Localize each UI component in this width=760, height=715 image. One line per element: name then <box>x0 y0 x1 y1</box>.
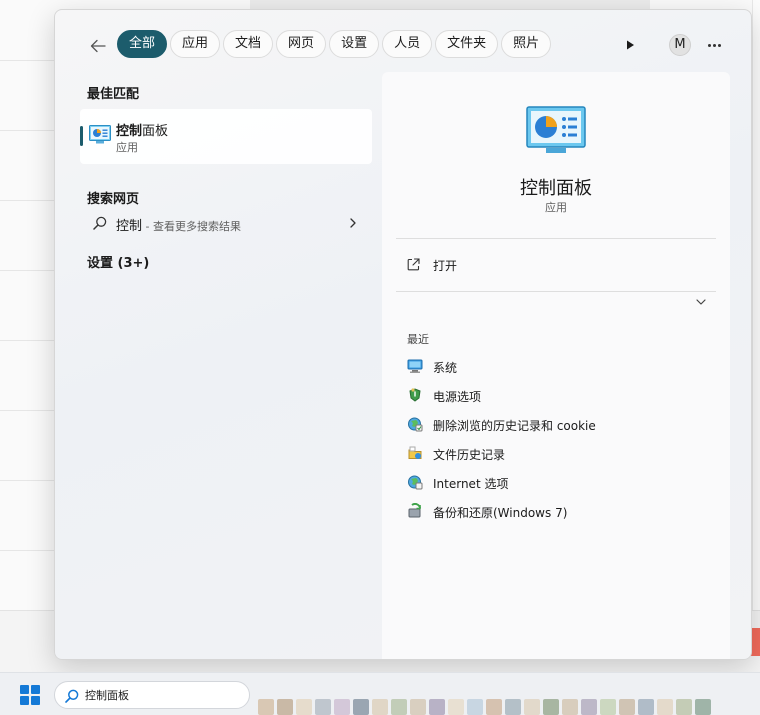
taskbar-app[interactable] <box>600 699 616 715</box>
recent-item-power-options[interactable]: 电源选项 <box>396 381 716 410</box>
filter-bar: 全部 应用 文档 网页 设置 人员 文件夹 照片 M <box>55 30 751 60</box>
taskbar-app[interactable] <box>296 699 312 715</box>
taskbar-app[interactable] <box>676 699 692 715</box>
details-pane: 控制面板 应用 打开 最近 系统 电源选项 删除浏览的历史记录和 cookie … <box>382 72 730 659</box>
taskbar-app[interactable] <box>657 699 673 715</box>
chip-settings[interactable]: 设置 <box>329 30 380 58</box>
recent-item-label: 电源选项 <box>433 390 482 404</box>
background-right-edge <box>752 0 760 672</box>
taskbar-app[interactable] <box>448 699 464 715</box>
selection-indicator <box>80 126 83 146</box>
chip-folders[interactable]: 文件夹 <box>435 30 499 58</box>
taskbar-app[interactable] <box>695 699 711 715</box>
taskbar-app[interactable] <box>258 699 274 715</box>
account-avatar[interactable]: M <box>669 34 691 56</box>
open-external-icon <box>407 258 420 271</box>
power-options-icon <box>409 388 421 402</box>
play-button[interactable] <box>621 36 639 54</box>
recent-item-system[interactable]: 系统 <box>396 352 716 381</box>
search-icon <box>93 216 107 230</box>
taskbar-pinned-apps <box>258 699 711 715</box>
file-history-icon <box>408 446 422 459</box>
app-type: 应用 <box>545 201 567 214</box>
recent-item-internet-options[interactable]: Internet 选项 <box>396 468 716 497</box>
windows-start-icon[interactable] <box>20 685 40 705</box>
taskbar-app[interactable] <box>486 699 502 715</box>
taskbar-app[interactable] <box>619 699 635 715</box>
settings-heading[interactable]: 设置 (3+) <box>87 252 149 271</box>
taskbar-app[interactable] <box>505 699 521 715</box>
taskbar-app[interactable] <box>315 699 331 715</box>
search-flyout: 全部 应用 文档 网页 设置 人员 文件夹 照片 M 最佳匹配 控制面板 应用 … <box>54 9 752 660</box>
chevron-down-icon[interactable] <box>694 296 708 308</box>
taskbar-app[interactable] <box>429 699 445 715</box>
recent-item-label: 系统 <box>433 361 458 375</box>
recent-item-backup-restore[interactable]: 备份和还原(Windows 7) <box>396 497 716 526</box>
chip-all[interactable]: 全部 <box>117 30 168 58</box>
divider <box>396 291 716 292</box>
taskbar-app[interactable] <box>543 699 559 715</box>
taskbar-app[interactable] <box>353 699 369 715</box>
taskbar-app[interactable] <box>581 699 597 715</box>
chip-documents[interactable]: 文档 <box>223 30 274 58</box>
search-icon <box>65 689 79 703</box>
taskbar-app[interactable] <box>410 699 426 715</box>
backup-restore-icon <box>408 503 421 518</box>
recent-list: 系统 电源选项 删除浏览的历史记录和 cookie 文件历史记录 Interne… <box>396 352 716 526</box>
web-search-text: 控制 - 查看更多搜索结果 <box>116 219 241 234</box>
best-match-type: 应用 <box>116 141 138 154</box>
taskbar-app[interactable] <box>391 699 407 715</box>
search-web-heading: 搜索网页 <box>87 192 140 207</box>
taskbar-app[interactable] <box>524 699 540 715</box>
recent-item-delete-history[interactable]: 删除浏览的历史记录和 cookie <box>396 410 716 439</box>
recent-item-label: 备份和还原(Windows 7) <box>433 506 568 520</box>
open-button[interactable]: 打开 <box>396 252 716 278</box>
best-match-item[interactable]: 控制面板 应用 <box>80 109 372 164</box>
taskbar-search-input[interactable] <box>85 686 235 704</box>
filter-chips: 全部 应用 文档 网页 设置 人员 文件夹 照片 <box>117 30 552 58</box>
recent-item-label: 文件历史记录 <box>433 448 506 462</box>
chip-photos[interactable]: 照片 <box>501 30 552 58</box>
results-list: 最佳匹配 控制面板 应用 搜索网页 控制 - 查看更多搜索结果 设置 (3+) <box>79 72 375 632</box>
chip-people[interactable]: 人员 <box>382 30 433 58</box>
web-search-result[interactable]: 控制 - 查看更多搜索结果 <box>80 209 372 237</box>
internet-globe-icon <box>408 417 423 432</box>
divider <box>396 238 716 239</box>
best-match-name: 控制面板 <box>116 124 169 139</box>
more-options-icon[interactable] <box>703 34 725 56</box>
arrow-left-icon <box>90 39 106 53</box>
best-match-heading: 最佳匹配 <box>87 87 140 102</box>
recent-item-file-history[interactable]: 文件历史记录 <box>396 439 716 468</box>
play-icon <box>627 40 634 50</box>
taskbar-app[interactable] <box>334 699 350 715</box>
taskbar-app[interactable] <box>638 699 654 715</box>
control-panel-icon <box>89 125 111 144</box>
taskbar <box>0 672 760 715</box>
chip-web[interactable]: 网页 <box>276 30 327 58</box>
taskbar-search-box[interactable] <box>54 681 250 709</box>
back-button[interactable] <box>85 33 111 59</box>
chevron-right-icon <box>350 218 356 228</box>
recent-heading: 最近 <box>407 333 429 346</box>
app-title: 控制面板 <box>520 178 592 199</box>
taskbar-app[interactable] <box>467 699 483 715</box>
taskbar-app[interactable] <box>562 699 578 715</box>
control-panel-large-icon <box>526 106 586 153</box>
recent-item-label: 删除浏览的历史记录和 cookie <box>433 419 596 433</box>
taskbar-app[interactable] <box>372 699 388 715</box>
chip-apps[interactable]: 应用 <box>170 30 221 58</box>
recent-item-label: Internet 选项 <box>433 477 509 491</box>
internet-globe-icon <box>408 475 423 490</box>
open-label: 打开 <box>433 259 458 273</box>
taskbar-app[interactable] <box>277 699 293 715</box>
system-monitor-icon <box>407 359 423 373</box>
